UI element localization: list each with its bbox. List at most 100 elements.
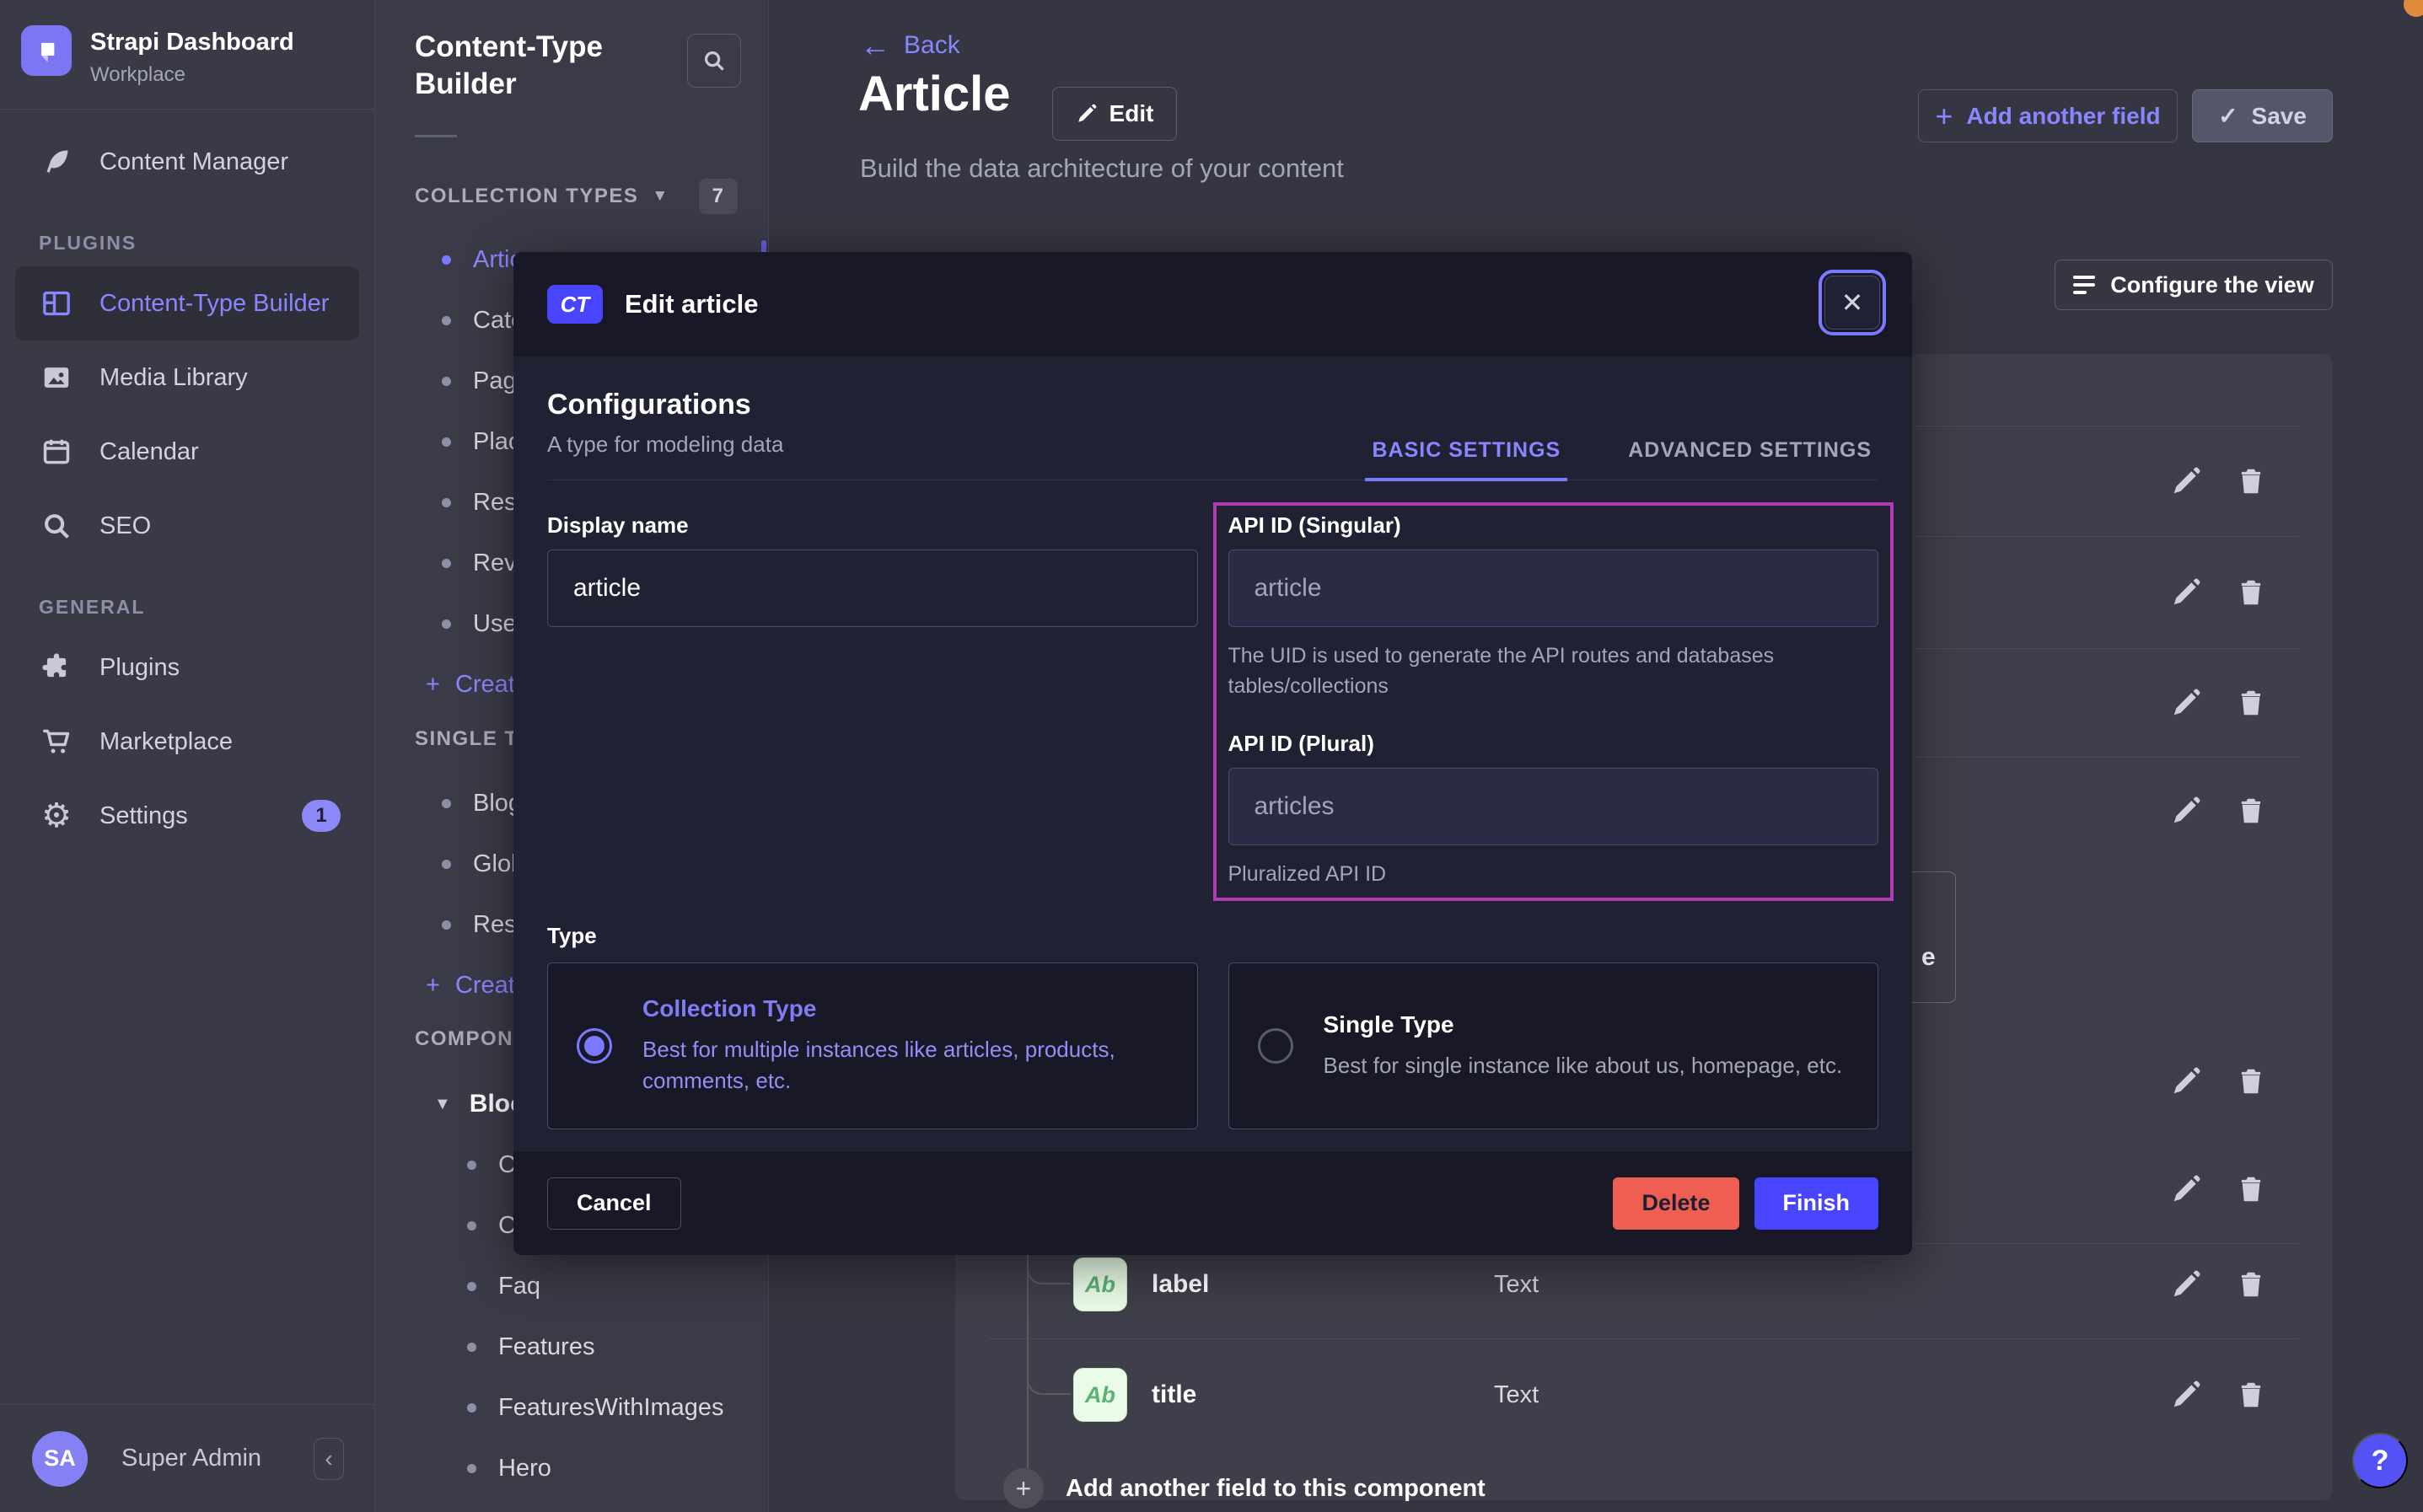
- search-icon: [701, 48, 727, 73]
- edit-article-modal: CT Edit article ✕ Configurations A type …: [513, 252, 1912, 1255]
- row-actions: [2170, 795, 2267, 827]
- delete-icon[interactable]: [2235, 687, 2267, 719]
- option-description: Best for multiple instances like article…: [642, 1034, 1169, 1096]
- row-actions: [2170, 1173, 2267, 1205]
- plus-icon: +: [426, 671, 440, 699]
- bullet-icon: [442, 316, 451, 325]
- edit-icon[interactable]: [2170, 576, 2202, 609]
- configure-view-button[interactable]: Configure the view: [2055, 260, 2333, 310]
- edit-icon[interactable]: [2170, 465, 2202, 497]
- nav-item-calendar[interactable]: Calendar: [0, 415, 374, 489]
- bullet-icon: [442, 559, 451, 568]
- edit-button[interactable]: Edit: [1052, 87, 1177, 141]
- page-subtitle: Build the data architecture of your cont…: [860, 153, 1344, 184]
- user-footer: SA Super Admin ‹: [0, 1404, 374, 1512]
- nav-item-content-manager[interactable]: Content Manager: [0, 125, 374, 199]
- collapse-sidebar-button[interactable]: ‹: [314, 1438, 344, 1480]
- item-label: FeaturesWithImages: [498, 1394, 724, 1422]
- delete-button[interactable]: Delete: [1613, 1177, 1738, 1230]
- field-name: label: [1152, 1257, 1209, 1311]
- delete-icon[interactable]: [2235, 1268, 2267, 1300]
- component-item[interactable]: Faq: [375, 1256, 768, 1316]
- edit-icon[interactable]: [2170, 1379, 2202, 1411]
- list-settings-icon: [2073, 276, 2095, 294]
- modal-header: CT Edit article ✕: [513, 252, 1912, 357]
- collection-type-option[interactable]: Collection Type Best for multiple instan…: [547, 962, 1198, 1129]
- plus-icon: +: [426, 972, 440, 1000]
- delete-icon[interactable]: [2235, 795, 2267, 827]
- api-id-plural-hint: Pluralized API ID: [1228, 859, 1879, 889]
- workspace-label: Workplace: [90, 63, 294, 87]
- display-name-label: Display name: [547, 512, 1198, 539]
- option-title: Collection Type: [642, 995, 1169, 1022]
- component-item[interactable]: FeaturesWithImages: [375, 1377, 768, 1438]
- edit-icon[interactable]: [2170, 1065, 2202, 1097]
- api-id-plural-input[interactable]: [1228, 768, 1879, 845]
- delete-icon[interactable]: [2235, 576, 2267, 609]
- nav-item-media-library[interactable]: Media Library: [0, 340, 374, 415]
- page-title: Article: [858, 66, 1011, 122]
- modal-title: Edit article: [625, 289, 759, 319]
- layout-grid-icon: [39, 286, 74, 321]
- component-item[interactable]: Features: [375, 1316, 768, 1377]
- modal-footer: Cancel Delete Finish: [513, 1151, 1912, 1255]
- table-row-label: Ab label Text: [955, 1257, 2333, 1367]
- option-text: Single Type Best for single instance lik…: [1324, 1011, 1843, 1080]
- search-icon: [39, 508, 74, 544]
- edit-icon[interactable]: [2170, 795, 2202, 827]
- strapi-logo-icon: [21, 25, 72, 76]
- modal-body: Configurations A type for modeling data …: [513, 357, 1912, 1151]
- delete-icon[interactable]: [2235, 465, 2267, 497]
- nav-item-settings[interactable]: ⚙ Settings 1: [0, 779, 374, 853]
- modal-section-header: Configurations A type for modeling data …: [547, 382, 1878, 480]
- cancel-button[interactable]: Cancel: [547, 1177, 681, 1230]
- section-title: Configurations: [547, 389, 783, 421]
- nav-item-plugins[interactable]: Plugins: [0, 630, 374, 705]
- brand-text: Strapi Dashboard Workplace: [90, 25, 294, 109]
- api-id-singular-input[interactable]: [1228, 550, 1879, 627]
- finish-button[interactable]: Finish: [1754, 1177, 1879, 1230]
- section-heading: Configurations A type for modeling data: [547, 382, 783, 480]
- search-button[interactable]: [687, 34, 741, 88]
- tab-basic-settings[interactable]: BASIC SETTINGS: [1365, 438, 1567, 481]
- bullet-icon: [442, 860, 451, 869]
- strapi-app: Strapi Dashboard Workplace Content Manag…: [0, 0, 2423, 1512]
- main-sidebar: Strapi Dashboard Workplace Content Manag…: [0, 0, 375, 1512]
- bullet-icon: [442, 498, 451, 507]
- nav-item-label: Marketplace: [99, 728, 233, 756]
- add-another-field-button[interactable]: + Add another field: [1918, 89, 2178, 142]
- back-link[interactable]: ← Back: [860, 30, 960, 61]
- avatar[interactable]: SA: [32, 1431, 88, 1487]
- chevron-down-icon: ▼: [434, 1095, 451, 1114]
- field-type: Text: [1494, 1257, 1539, 1311]
- pencil-icon: [1076, 103, 1098, 125]
- settings-tabs: BASIC SETTINGS ADVANCED SETTINGS: [1365, 438, 1878, 480]
- nav-item-marketplace[interactable]: Marketplace: [0, 705, 374, 779]
- edit-icon[interactable]: [2170, 1268, 2202, 1300]
- delete-icon[interactable]: [2235, 1379, 2267, 1411]
- edit-icon[interactable]: [2170, 1173, 2202, 1205]
- help-button[interactable]: ?: [2352, 1433, 2408, 1488]
- option-title: Single Type: [1324, 1011, 1843, 1038]
- close-icon[interactable]: ✕: [1824, 276, 1880, 330]
- section-collection-types[interactable]: COLLECTION TYPES ▼ 7: [375, 169, 768, 223]
- save-button[interactable]: ✓ Save: [2192, 89, 2333, 142]
- divider: [415, 135, 457, 137]
- display-name-input[interactable]: [547, 550, 1198, 627]
- radio-selected-icon[interactable]: [577, 1028, 612, 1064]
- bullet-icon: [442, 619, 451, 629]
- delete-icon[interactable]: [2235, 1065, 2267, 1097]
- edit-icon[interactable]: [2170, 687, 2202, 719]
- add-field-to-component-button[interactable]: + Add another field to this component: [1003, 1468, 1485, 1509]
- workspace-brand[interactable]: Strapi Dashboard Workplace: [0, 0, 374, 110]
- nav-item-content-type-builder[interactable]: Content-Type Builder: [15, 266, 359, 340]
- tab-advanced-settings[interactable]: ADVANCED SETTINGS: [1621, 438, 1878, 481]
- single-type-option[interactable]: Single Type Best for single instance lik…: [1228, 962, 1879, 1129]
- delete-icon[interactable]: [2235, 1173, 2267, 1205]
- nav-item-label: Calendar: [99, 438, 199, 466]
- row-actions: [2170, 576, 2267, 609]
- radio-unselected-icon[interactable]: [1258, 1028, 1293, 1064]
- settings-notification-badge: 1: [302, 800, 341, 832]
- nav-item-seo[interactable]: SEO: [0, 489, 374, 563]
- component-item[interactable]: Hero: [375, 1438, 768, 1499]
